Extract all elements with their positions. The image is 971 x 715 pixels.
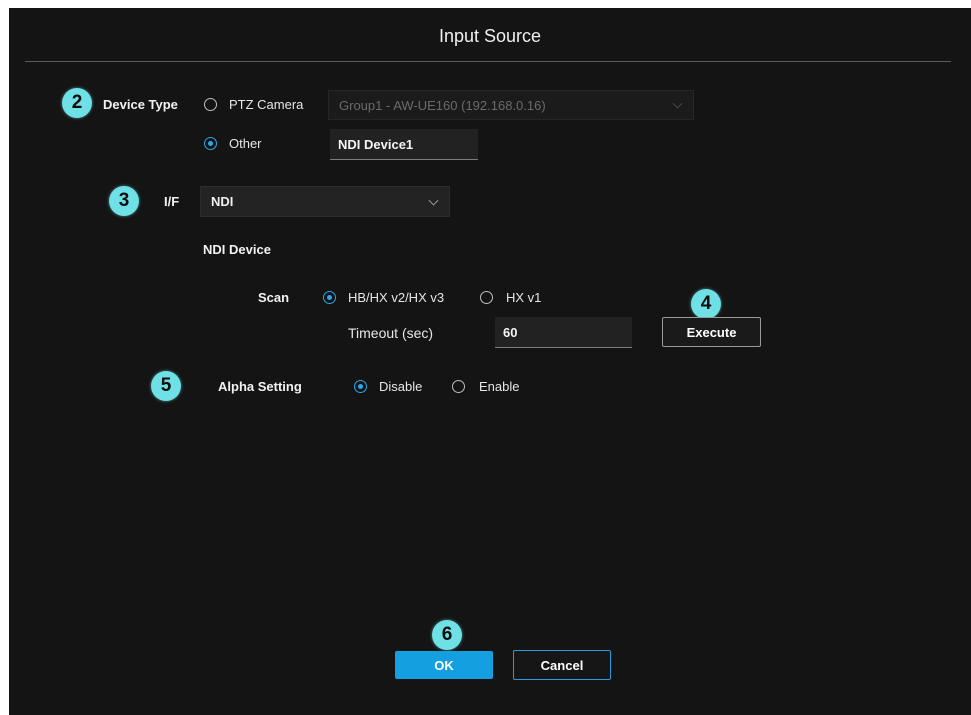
step-badge-2: 2 [62, 88, 92, 118]
step-badge-6: 6 [432, 620, 462, 650]
timeout-label: Timeout (sec) [348, 325, 434, 341]
ptz-camera-label: PTZ Camera [229, 97, 304, 112]
radio-ptz-camera[interactable] [204, 98, 217, 111]
scan-label: Scan [258, 290, 290, 305]
radio-alpha-enable[interactable] [452, 380, 465, 393]
ptz-camera-select: Group1 - AW-UE160 (192.168.0.16) [328, 90, 694, 120]
radio-scan-hx-v1[interactable] [480, 291, 493, 304]
input-source-dialog: Input Source 2 Device Type PTZ Camera Gr… [9, 8, 971, 715]
alpha-setting-label: Alpha Setting [218, 379, 302, 394]
step-badge-3: 3 [109, 186, 139, 216]
dialog-title: Input Source [438, 26, 542, 46]
step-badge-4: 4 [691, 289, 721, 319]
interface-select[interactable]: NDI [200, 186, 450, 217]
title-divider [25, 61, 951, 62]
scan-hx-v1-label: HX v1 [506, 290, 542, 305]
chevron-down-icon [428, 195, 439, 206]
other-label: Other [229, 136, 262, 151]
alpha-enable-label: Enable [479, 379, 520, 394]
alpha-disable-label: Disable [379, 379, 423, 394]
execute-button[interactable]: Execute [662, 317, 761, 347]
radio-alpha-disable[interactable] [354, 380, 367, 393]
interface-label: I/F [164, 194, 180, 209]
ptz-camera-select-value: Group1 - AW-UE160 (192.168.0.16) [339, 97, 546, 113]
chevron-down-icon [672, 98, 683, 109]
scan-hb-hx-label: HB/HX v2/HX v3 [348, 290, 445, 305]
radio-scan-hb-hx[interactable] [323, 291, 336, 304]
timeout-input[interactable]: 60 [495, 317, 632, 348]
interface-select-value: NDI [211, 194, 234, 209]
radio-other[interactable] [204, 137, 217, 150]
cancel-button[interactable]: Cancel [513, 650, 611, 680]
step-badge-5: 5 [151, 371, 181, 401]
ndi-device-heading: NDI Device [203, 242, 271, 257]
other-device-name-input[interactable]: NDI Device1 [330, 129, 478, 160]
other-device-name-value: NDI Device1 [338, 136, 414, 152]
timeout-value: 60 [503, 324, 518, 340]
device-type-label: Device Type [103, 97, 178, 112]
ok-button[interactable]: OK [395, 651, 493, 679]
